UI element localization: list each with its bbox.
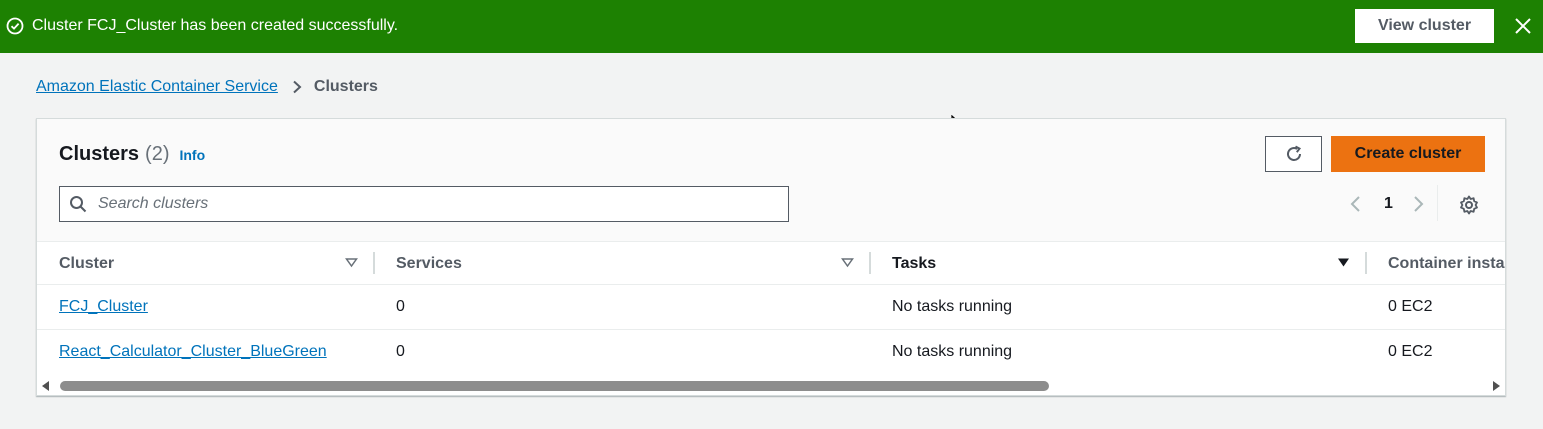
breadcrumb-link-ecs[interactable]: Amazon Elastic Container Service: [36, 78, 278, 96]
create-cluster-button[interactable]: Create cluster: [1331, 136, 1485, 172]
sort-icon[interactable]: [345, 256, 358, 269]
success-flash-banner: Cluster FCJ_Cluster has been created suc…: [0, 0, 1543, 53]
panel-header: Clusters (2) Info Create cluster 1: [37, 119, 1505, 241]
table-row: React_Calculator_Cluster_BlueGreen 0 No …: [37, 330, 1505, 375]
scroll-right-arrow-icon[interactable]: [1492, 381, 1500, 391]
column-header-services[interactable]: Services: [396, 242, 462, 285]
close-icon[interactable]: [1514, 17, 1532, 35]
column-header-container-instances[interactable]: Container instan: [1388, 242, 1505, 285]
check-circle-icon: [6, 17, 24, 35]
scroll-left-arrow-icon[interactable]: [42, 381, 50, 391]
clusters-heading: Clusters: [59, 143, 140, 165]
divider: [1437, 185, 1438, 221]
table-row: FCJ_Cluster 0 No tasks running 0 EC2: [37, 285, 1505, 330]
page-title: Clusters (2) Info: [59, 143, 205, 166]
chevron-left-icon[interactable]: [1349, 195, 1363, 213]
breadcrumb-current: Clusters: [313, 78, 378, 95]
clusters-table-panel: Clusters (2) Info Create cluster 1: [36, 118, 1506, 396]
breadcrumb: Amazon Elastic Container Service Cluster…: [36, 76, 378, 98]
tasks-cell: No tasks running: [892, 298, 1013, 315]
column-header-cluster[interactable]: Cluster: [59, 242, 114, 285]
clusters-count: (2): [145, 143, 170, 165]
view-cluster-button[interactable]: View cluster: [1355, 9, 1494, 43]
horizontal-scrollbar[interactable]: [37, 377, 1505, 395]
pagination: 1: [1349, 193, 1425, 215]
gear-icon[interactable]: [1459, 195, 1479, 215]
column-header-tasks[interactable]: Tasks: [892, 242, 936, 285]
flash-message: Cluster FCJ_Cluster has been created suc…: [32, 17, 399, 34]
cluster-link[interactable]: React_Calculator_Cluster_BlueGreen: [59, 343, 327, 361]
chevron-right-icon: [293, 80, 302, 94]
page-number[interactable]: 1: [1384, 195, 1393, 213]
search-input[interactable]: [96, 194, 776, 214]
services-cell: 0: [396, 343, 405, 360]
info-link[interactable]: Info: [179, 147, 205, 163]
tasks-cell: No tasks running: [892, 343, 1013, 360]
cluster-link[interactable]: FCJ_Cluster: [59, 298, 148, 316]
sort-icon[interactable]: [841, 256, 854, 269]
container-instances-cell: 0 EC2: [1388, 298, 1433, 315]
column-divider[interactable]: [373, 252, 375, 274]
sort-desc-icon[interactable]: [1337, 256, 1350, 269]
chevron-right-icon[interactable]: [1411, 195, 1425, 213]
services-cell: 0: [396, 298, 405, 315]
table-header: Cluster Services Tasks Container instan: [37, 241, 1505, 285]
scrollbar-thumb[interactable]: [60, 381, 1049, 391]
search-field[interactable]: [59, 186, 789, 222]
refresh-icon: [1286, 145, 1301, 161]
search-icon: [70, 196, 87, 213]
column-divider[interactable]: [1365, 252, 1367, 274]
column-divider[interactable]: [869, 252, 871, 274]
container-instances-cell: 0 EC2: [1388, 343, 1433, 360]
refresh-button[interactable]: [1265, 136, 1322, 172]
